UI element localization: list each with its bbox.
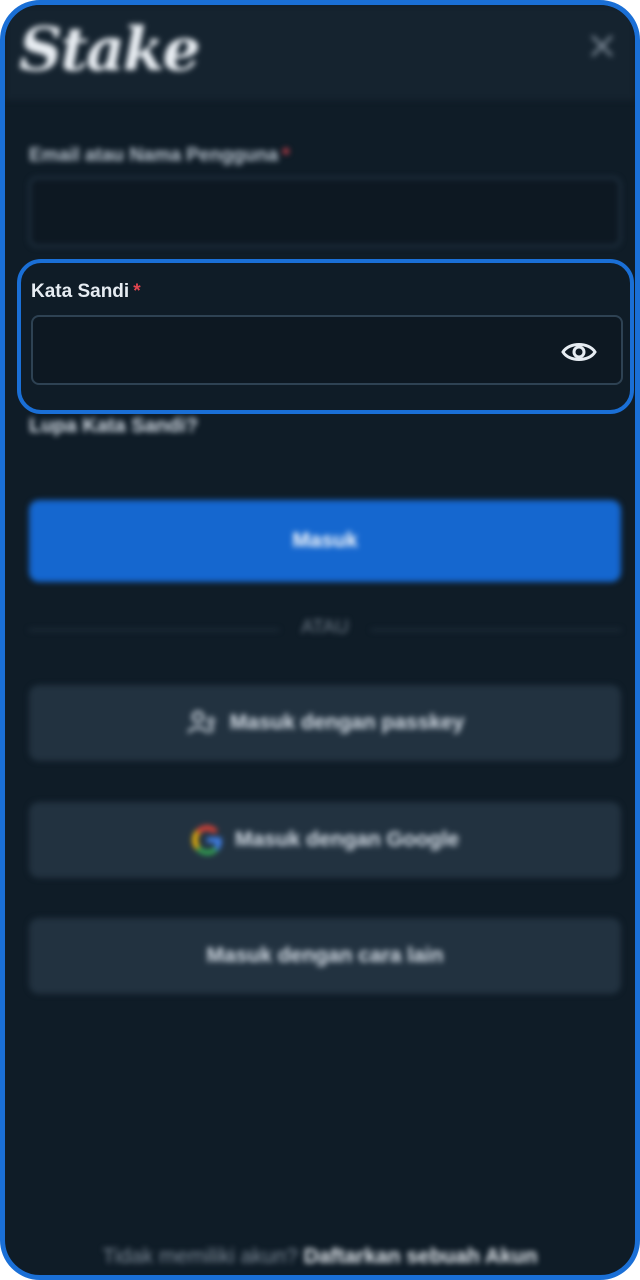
login-button[interactable]: Masuk xyxy=(29,500,621,582)
modal-header: Stake xyxy=(5,5,635,100)
blurred-background-form: Stake Email atau Nama Pengguna * Lupa Kat… xyxy=(5,5,635,1275)
google-icon xyxy=(192,825,222,856)
register-link[interactable]: Daftarkan sebuah Akun xyxy=(304,1245,538,1268)
forgot-password-link[interactable]: Lupa Kata Sandi? xyxy=(29,415,198,438)
username-label: Email atau Nama Pengguna * xyxy=(29,145,290,166)
divider-text: ATAU xyxy=(301,617,349,638)
google-login-button[interactable]: Masuk dengan Google xyxy=(29,802,621,878)
eye-icon[interactable] xyxy=(561,339,597,365)
or-divider: ATAU xyxy=(29,615,621,645)
login-modal: Stake Email atau Nama Pengguna * Lupa Kat… xyxy=(0,0,640,1280)
register-footer: Tidak memiliki akun? Daftarkan sebuah Ak… xyxy=(102,1245,538,1268)
stake-logo: Stake xyxy=(19,15,201,85)
passkey-login-button[interactable]: Masuk dengan passkey xyxy=(29,685,621,761)
other-login-button[interactable]: Masuk dengan cara lain xyxy=(29,918,621,994)
password-label: Kata Sandi * xyxy=(31,281,141,302)
password-input[interactable] xyxy=(31,315,623,385)
password-field-highlight: Kata Sandi * xyxy=(17,259,634,414)
username-input[interactable] xyxy=(29,177,621,247)
passkey-icon xyxy=(187,710,215,734)
close-icon[interactable] xyxy=(587,31,617,61)
